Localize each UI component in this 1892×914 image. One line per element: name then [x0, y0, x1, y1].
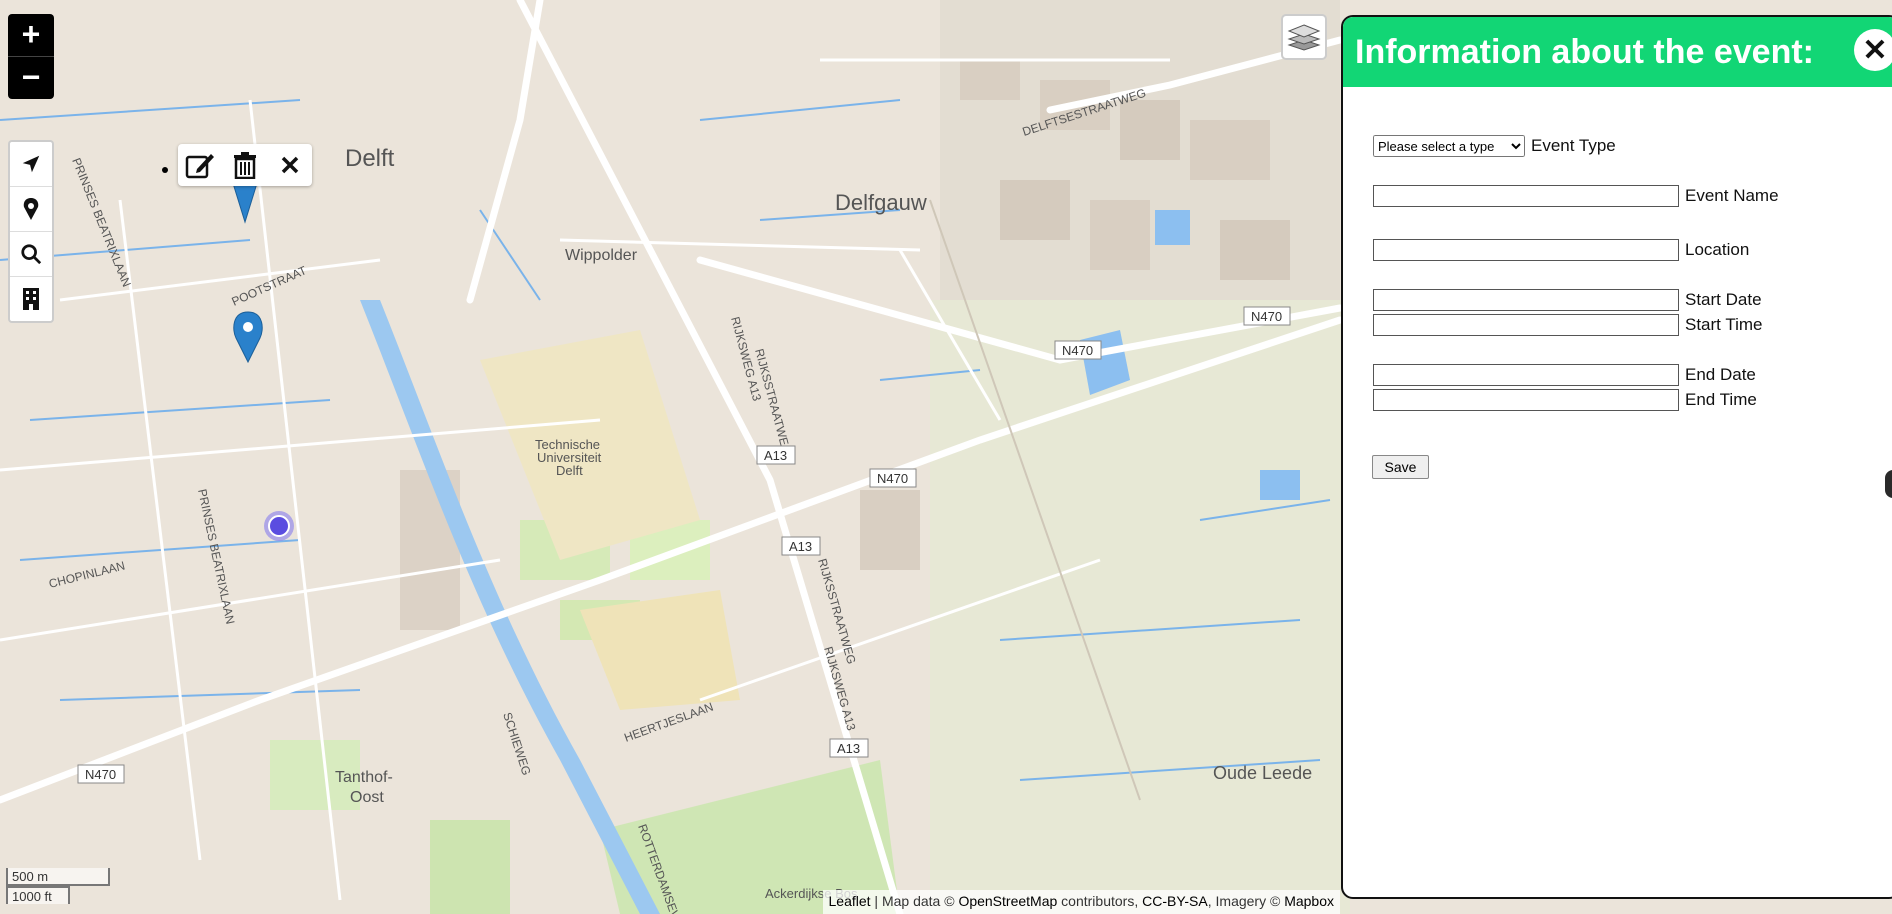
event-info-panel: Information about the event: ✕ Please se… — [1341, 15, 1892, 899]
label-tu-line3: Delft — [556, 463, 583, 478]
delete-button[interactable] — [227, 147, 263, 183]
start-date-label: Start Date — [1685, 290, 1762, 309]
end-date-row: End Date — [1373, 364, 1873, 386]
label-wippolder: Wippolder — [565, 247, 638, 264]
start-date-input[interactable] — [1373, 289, 1679, 311]
end-time-row: End Time — [1373, 389, 1873, 411]
panel-title: Information about the event: — [1355, 32, 1814, 71]
locate-button[interactable] — [10, 142, 52, 187]
save-button[interactable]: Save — [1372, 455, 1429, 479]
mapbox-link[interactable]: Mapbox — [1284, 893, 1334, 909]
marker-edit-popup — [178, 144, 312, 186]
svg-text:N470: N470 — [1251, 309, 1282, 324]
event-name-input[interactable] — [1373, 185, 1679, 207]
panel-close-button[interactable]: ✕ — [1854, 29, 1892, 71]
attrib-sep: | — [870, 893, 882, 909]
svg-text:A13: A13 — [837, 741, 860, 756]
event-type-row: Please select a type Event Type — [1373, 135, 1873, 157]
popup-anchor-dot — [162, 167, 168, 173]
buildings-button[interactable] — [10, 277, 52, 321]
layers-button[interactable] — [1281, 14, 1327, 60]
close-icon: ✕ — [1862, 33, 1888, 67]
attrib-imagery: , Imagery © — [1207, 893, 1285, 909]
scale-imperial: 1000 ft — [6, 886, 70, 904]
svg-text:N470: N470 — [85, 767, 116, 782]
leaflet-link[interactable]: Leaflet — [829, 893, 871, 909]
close-icon — [281, 156, 298, 174]
location-label: Location — [1685, 240, 1750, 259]
shield-n470-d: N470 — [77, 764, 125, 784]
shield-a13-c: A13 — [829, 738, 869, 758]
search-icon — [21, 244, 42, 265]
event-name-row: Event Name — [1373, 185, 1873, 207]
start-time-row: Start Time — [1373, 314, 1873, 336]
add-marker-button[interactable] — [10, 187, 52, 232]
start-date-row: Start Date — [1373, 289, 1873, 311]
location-input[interactable] — [1373, 239, 1679, 261]
shield-n470-b: N470 — [1054, 340, 1102, 360]
navigation-arrow-icon — [22, 155, 40, 173]
start-time-input[interactable] — [1373, 314, 1679, 336]
svg-text:N470: N470 — [1062, 343, 1093, 358]
license-link[interactable]: CC-BY-SA — [1142, 893, 1208, 909]
end-date-input[interactable] — [1373, 364, 1679, 386]
edit-button[interactable] — [182, 147, 218, 183]
start-time-label: Start Time — [1685, 315, 1763, 334]
event-form: Please select a type Event Type Event Na… — [1373, 135, 1873, 411]
label-tanthof-line1: Tanthof- — [335, 769, 393, 786]
svg-text:A13: A13 — [764, 448, 787, 463]
zoom-control: + − — [8, 14, 54, 99]
svg-text:N470: N470 — [877, 471, 908, 486]
label-oude-leede: Oude Leede — [1213, 763, 1312, 783]
trash-icon — [233, 152, 256, 179]
shield-a13-b: A13 — [781, 536, 821, 556]
edit-icon — [186, 154, 215, 179]
shield-n470-a: N470 — [1243, 306, 1291, 326]
end-time-label: End Time — [1685, 390, 1757, 409]
close-popup-button[interactable] — [272, 147, 308, 183]
current-location-dot — [264, 511, 294, 541]
attrib-map-data: Map data © — [881, 893, 959, 909]
event-type-select[interactable]: Please select a type — [1373, 135, 1525, 157]
zoom-in-button[interactable]: + — [8, 14, 54, 57]
osm-link[interactable]: OpenStreetMap — [958, 893, 1057, 909]
zoom-out-button[interactable]: − — [8, 57, 54, 99]
end-date-label: End Date — [1685, 365, 1756, 384]
label-delfgauw: Delfgauw — [835, 190, 927, 215]
shield-n470-c: N470 — [869, 468, 917, 488]
map-tools-toolbar — [8, 140, 54, 323]
scale-bar: 500 m 1000 ft — [6, 868, 110, 904]
scale-metric: 500 m — [6, 868, 110, 886]
map-attribution: Leaflet | Map data © OpenStreetMap contr… — [822, 890, 1340, 914]
label-tanthof-line2: Oost — [350, 789, 384, 806]
shield-a13-a: A13 — [756, 445, 796, 465]
attrib-contributors: contributors, — [1057, 893, 1143, 909]
layers-icon — [1287, 24, 1321, 51]
map-pin-icon — [23, 198, 39, 220]
search-button[interactable] — [10, 232, 52, 277]
event-type-label: Event Type — [1531, 136, 1616, 155]
collapsed-sidebar-handle[interactable] — [1885, 470, 1892, 498]
end-time-input[interactable] — [1373, 389, 1679, 411]
label-delft: Delft — [345, 145, 395, 172]
location-row: Location — [1373, 239, 1873, 261]
event-name-label: Event Name — [1685, 186, 1779, 205]
building-icon — [23, 288, 39, 310]
panel-header: Information about the event: ✕ — [1343, 17, 1892, 87]
svg-text:A13: A13 — [789, 539, 812, 554]
